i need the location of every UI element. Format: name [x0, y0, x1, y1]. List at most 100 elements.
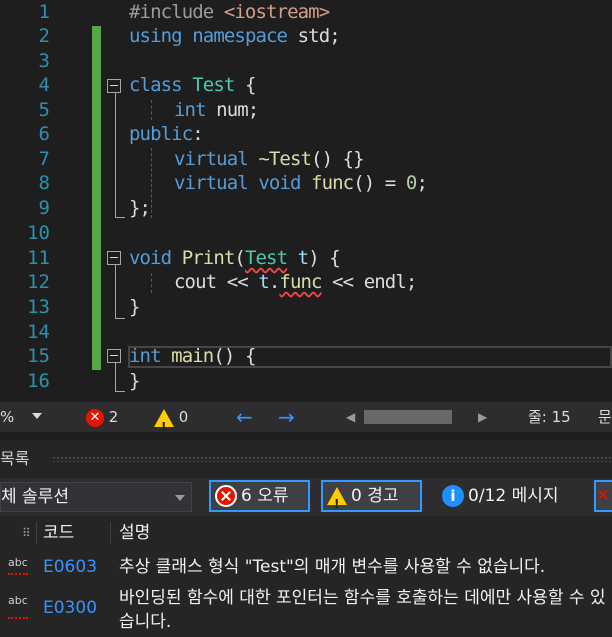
- preprocessor: #include: [129, 1, 214, 23]
- code-line-12[interactable]: cout << t.func << endl;: [174, 270, 417, 294]
- code-column-header[interactable]: 코드: [43, 518, 74, 548]
- warning-indicator[interactable]: ! 0: [154, 402, 188, 434]
- next-icon[interactable]: →: [278, 402, 295, 432]
- table-row[interactable]: abc E0603 추상 클래스 형식 "Test"의 매개 변수를 사용할 수…: [0, 552, 612, 584]
- messages-filter-label: 0/12 메시지: [468, 486, 559, 506]
- panel-grip[interactable]: [52, 456, 612, 462]
- code-line-9[interactable]: };: [129, 196, 151, 220]
- error-indicator[interactable]: ✕ 2: [86, 402, 118, 432]
- code-line-7[interactable]: virtual ~Test() {}: [174, 147, 365, 171]
- line-number: 15: [27, 345, 50, 367]
- warnings-filter-button[interactable]: ! 0 경고: [321, 480, 422, 512]
- line-number: 4: [38, 74, 50, 96]
- line-number: 10: [27, 222, 50, 244]
- indent-guide: [151, 273, 152, 293]
- line-number: 3: [38, 50, 50, 72]
- parameter: t: [258, 271, 269, 293]
- type-name: Test: [192, 74, 235, 96]
- clear-icon: ✕: [596, 486, 611, 506]
- code-text: .: [268, 271, 280, 293]
- code-line-6[interactable]: public:: [129, 122, 204, 146]
- description-column-header[interactable]: 설명: [119, 518, 150, 548]
- line-number: 13: [27, 296, 50, 318]
- error-code[interactable]: E0603: [43, 552, 97, 582]
- sort-icon[interactable]: ⠿: [22, 518, 31, 548]
- keyword: virtual: [174, 148, 249, 170]
- spell-squiggle: [8, 571, 28, 575]
- type-name-error: Test: [244, 247, 288, 269]
- scope-dropdown[interactable]: 체 솔루션: [0, 482, 192, 512]
- line-number: 7: [38, 148, 50, 170]
- panel-title: 목록: [0, 449, 30, 468]
- warnings-filter-label: 0 경고: [351, 486, 399, 506]
- code-line-4[interactable]: class Test {: [129, 73, 256, 97]
- collapse-main-icon[interactable]: [107, 349, 121, 363]
- column-indicator: 문: [598, 408, 612, 426]
- fold-guide: [115, 93, 117, 217]
- code-text: ;: [416, 172, 427, 194]
- errors-filter-button[interactable]: 6 오류: [209, 480, 310, 512]
- code-line-16[interactable]: }: [129, 369, 140, 393]
- code-text: std;: [287, 25, 341, 47]
- code-text: (: [234, 247, 245, 269]
- code-line-8[interactable]: virtual void func() = 0;: [174, 171, 428, 195]
- code-line-2[interactable]: using namespace std;: [129, 24, 341, 48]
- code-line-11[interactable]: void Print(Test t) {: [129, 246, 341, 270]
- scroll-right-icon[interactable]: ▶: [478, 402, 487, 432]
- error-icon: ✕: [86, 408, 104, 427]
- code-text: cout <<: [174, 271, 259, 293]
- line-indicator: 줄: 15: [528, 408, 571, 426]
- keyword: using: [129, 25, 183, 47]
- error-description: 바인딩된 함수에 대한 포인터는 함수를 호출하는 데에만 사용할 수 있습니다…: [119, 588, 606, 632]
- table-row[interactable]: abc E0300 바인딩된 함수에 대한 포인터는 함수를 호출하는 데에만 …: [0, 586, 612, 636]
- error-icon: [215, 485, 237, 507]
- indent-guide: [151, 148, 152, 218]
- previous-icon[interactable]: ←: [236, 402, 253, 432]
- error-list-toolbar: 체 솔루션 6 오류 ! 0 경고 i 0/12 메시지 ✕: [0, 478, 612, 516]
- error-list-panel: 목록 체 솔루션 6 오류 ! 0 경고 i 0/12 메시지 ✕ ⠿ 코드 설명 …: [0, 440, 612, 637]
- column-separator: [36, 522, 37, 544]
- code-line-5[interactable]: int num;: [174, 98, 259, 122]
- errors-filter-label: 6 오류: [241, 486, 289, 506]
- line-number: 14: [27, 321, 50, 343]
- fold-guide: [115, 363, 117, 391]
- function-name-error: func: [279, 271, 322, 293]
- code-text: () {}: [311, 148, 365, 170]
- line-number: 8: [38, 172, 50, 194]
- collapse-class-icon[interactable]: [107, 79, 121, 93]
- line-number: 5: [38, 99, 50, 121]
- code-text: ) {: [308, 247, 341, 269]
- scope-value: 체 솔루션: [1, 487, 69, 507]
- collapse-function-icon[interactable]: [107, 251, 121, 265]
- zoom-level[interactable]: %: [0, 402, 14, 432]
- code-line-1[interactable]: #include <iostream>: [129, 0, 330, 24]
- warning-icon: !: [154, 408, 174, 434]
- code-line-13[interactable]: }: [129, 295, 140, 319]
- fold-guide-end: [115, 217, 125, 218]
- include-file: <iostream>: [223, 1, 330, 23]
- code-text: }: [129, 370, 140, 392]
- warning-icon: !: [327, 487, 347, 511]
- error-count: 2: [108, 408, 119, 426]
- fold-guide: [115, 265, 117, 318]
- parameter: t: [297, 247, 309, 269]
- scroll-left-icon[interactable]: ◀: [346, 402, 355, 432]
- indent-guide: [151, 100, 152, 120]
- horizontal-scrollbar-thumb[interactable]: [364, 410, 452, 424]
- zoom-dropdown-icon[interactable]: [32, 413, 42, 419]
- code-text: {: [234, 74, 256, 96]
- code-editor[interactable]: 1 2 3 4 5 6 7 8 9 10 11 12 13 14 15 16 #…: [0, 0, 612, 400]
- chevron-down-icon: [175, 495, 185, 501]
- code-text: }: [129, 296, 140, 318]
- function-name: Print: [181, 247, 236, 269]
- number: 0: [405, 172, 417, 194]
- code-text: num;: [205, 99, 259, 121]
- error-code[interactable]: E0300: [43, 598, 97, 618]
- code-text: << endl;: [321, 271, 417, 293]
- build-filter-button[interactable]: ✕: [594, 480, 612, 512]
- line-number: 6: [38, 123, 50, 145]
- keyword: public: [129, 123, 193, 145]
- fold-guide-end: [115, 318, 125, 319]
- messages-filter-button[interactable]: i 0/12 메시지: [436, 480, 576, 512]
- code-line-15[interactable]: int main() {: [129, 344, 256, 368]
